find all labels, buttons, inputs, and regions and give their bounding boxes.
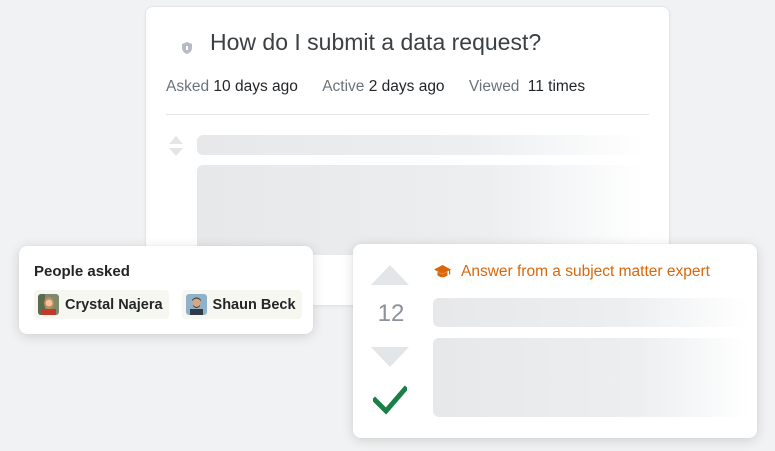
person-name: Shaun Beck [212, 296, 296, 313]
people-asked-title: People asked [34, 263, 130, 280]
answer-skeleton-body [433, 338, 749, 417]
viewed-label: Viewed [468, 78, 520, 95]
expert-badge: Answer from a subject matter expert [434, 263, 710, 281]
graduation-cap-icon [434, 265, 451, 278]
person-name: Crystal Najera [65, 296, 163, 313]
question-skeleton-line [197, 135, 645, 155]
asked-value: 10 days ago [213, 78, 298, 95]
active-value: 2 days ago [368, 78, 445, 95]
question-meta: Asked 10 days ago Active 2 days ago View… [166, 78, 585, 96]
vote-arrows-icon [169, 136, 183, 156]
avatar [185, 294, 207, 315]
question-skeleton-body [197, 165, 645, 255]
upvote-arrow-icon[interactable] [370, 264, 410, 286]
accepted-check-icon [373, 385, 407, 415]
asked-label: Asked [166, 78, 210, 95]
people-asked-card: People asked Crystal Najera Shaun Beck [19, 246, 313, 334]
lock-icon [182, 41, 192, 54]
viewed-value: 11 times [527, 78, 586, 95]
question-title-row: How do I submit a data request? [182, 29, 541, 56]
person-chip-shaun[interactable]: Shaun Beck [181, 290, 302, 319]
answer-skeleton-line [433, 298, 749, 327]
avatar [38, 294, 59, 315]
expert-label: Answer from a subject matter expert [461, 263, 710, 280]
people-chips: Crystal Najera Shaun Beck [34, 290, 315, 319]
active-label: Active [322, 78, 365, 95]
vote-count: 12 [377, 300, 405, 327]
divider [166, 114, 649, 115]
answer-card: 12 Answer from a subject matter expert [353, 244, 757, 438]
downvote-arrow-icon[interactable] [370, 346, 410, 368]
person-chip-crystal[interactable]: Crystal Najera [34, 290, 169, 319]
question-title[interactable]: How do I submit a data request? [210, 29, 541, 56]
